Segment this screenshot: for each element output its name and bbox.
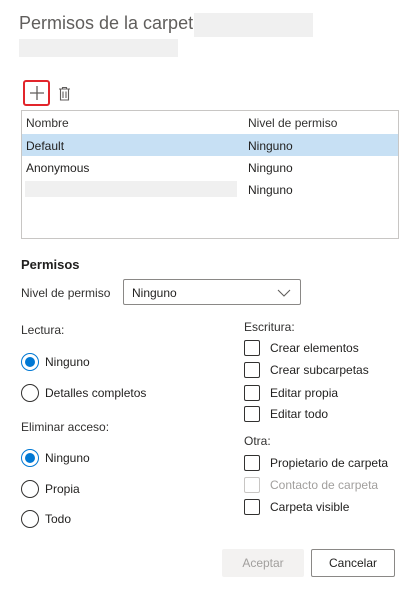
dialog-title: Permisos de la carpeta xyxy=(19,13,204,33)
row-level: Ninguno xyxy=(248,139,293,153)
checkbox-label: Crear subcarpetas xyxy=(270,363,369,377)
permissions-list[interactable]: Nombre Nivel de permiso Default Ninguno … xyxy=(21,110,399,239)
column-name-header: Nombre xyxy=(26,116,69,130)
folder-visible-checkbox[interactable]: Carpeta visible xyxy=(244,499,349,515)
create-subfolders-checkbox[interactable]: Crear subcarpetas xyxy=(244,362,369,378)
edit-own-checkbox[interactable]: Editar propia xyxy=(244,385,338,401)
folder-owner-checkbox[interactable]: Propietario de carpeta xyxy=(244,455,388,471)
checkbox-label: Editar propia xyxy=(270,386,339,400)
checkbox-label: Contacto de carpeta xyxy=(270,478,379,492)
row-level: Ninguno xyxy=(248,161,293,175)
radio-circle xyxy=(21,353,39,371)
delete-none-radio[interactable]: Ninguno xyxy=(21,449,90,467)
radio-label: Ninguno xyxy=(45,355,90,369)
table-row[interactable]: Ninguno xyxy=(22,178,398,200)
radio-label: Ninguno xyxy=(45,451,90,465)
checkbox-box xyxy=(244,499,260,515)
checkbox-label: Propietario de carpeta xyxy=(270,456,389,470)
radio-circle xyxy=(21,510,39,528)
table-row[interactable]: Default Ninguno xyxy=(22,134,398,156)
cancel-button[interactable]: Cancelar xyxy=(311,549,395,577)
plus-icon xyxy=(29,86,44,100)
row-level: Ninguno xyxy=(248,183,293,197)
write-label: Escritura: xyxy=(244,320,295,334)
accept-button[interactable]: Aceptar xyxy=(222,549,304,577)
row-name: Default xyxy=(26,139,65,153)
column-level-header: Nivel de permiso xyxy=(248,116,338,130)
checkbox-box xyxy=(244,340,260,356)
delete-permission-button[interactable] xyxy=(55,82,73,104)
radio-label: Todo xyxy=(45,512,72,526)
radio-circle xyxy=(21,480,39,498)
permission-level-value: Ninguno xyxy=(132,286,177,300)
checkbox-box xyxy=(244,362,260,378)
redacted-folder-name xyxy=(194,13,313,37)
redacted-row-name xyxy=(25,181,237,197)
read-label: Lectura: xyxy=(21,323,65,337)
edit-all-checkbox[interactable]: Editar todo xyxy=(244,406,328,422)
permission-level-select[interactable]: Ninguno xyxy=(123,279,301,305)
create-items-checkbox[interactable]: Crear elementos xyxy=(244,340,359,356)
trash-icon xyxy=(58,86,70,101)
folder-contact-checkbox: Contacto de carpeta xyxy=(244,477,378,493)
read-full-details-radio[interactable]: Detalles completos xyxy=(21,384,146,402)
checkbox-box xyxy=(244,385,260,401)
other-label: Otra: xyxy=(244,434,271,448)
checkbox-box xyxy=(244,455,260,471)
checkbox-box xyxy=(244,477,260,493)
chevron-down-icon xyxy=(277,289,291,297)
list-header: Nombre Nivel de permiso xyxy=(22,111,398,133)
radio-circle xyxy=(21,384,39,402)
checkbox-label: Carpeta visible xyxy=(270,500,350,514)
radio-circle xyxy=(21,449,39,467)
radio-label: Detalles completos xyxy=(45,386,147,400)
permissions-section-title: Permisos xyxy=(21,257,80,272)
delete-own-radio[interactable]: Propia xyxy=(21,480,80,498)
row-name: Anonymous xyxy=(26,161,90,175)
radio-label: Propia xyxy=(45,482,80,496)
table-row[interactable]: Anonymous Ninguno xyxy=(22,156,398,178)
checkbox-label: Editar todo xyxy=(270,407,329,421)
read-none-radio[interactable]: Ninguno xyxy=(21,353,90,371)
delete-access-label: Eliminar acceso: xyxy=(21,420,110,434)
checkbox-label: Crear elementos xyxy=(270,341,359,355)
permission-level-label: Nivel de permiso xyxy=(21,286,111,300)
checkbox-box xyxy=(244,406,260,422)
redacted-subtitle xyxy=(19,39,178,57)
add-permission-button[interactable] xyxy=(23,80,50,106)
delete-all-radio[interactable]: Todo xyxy=(21,510,71,528)
